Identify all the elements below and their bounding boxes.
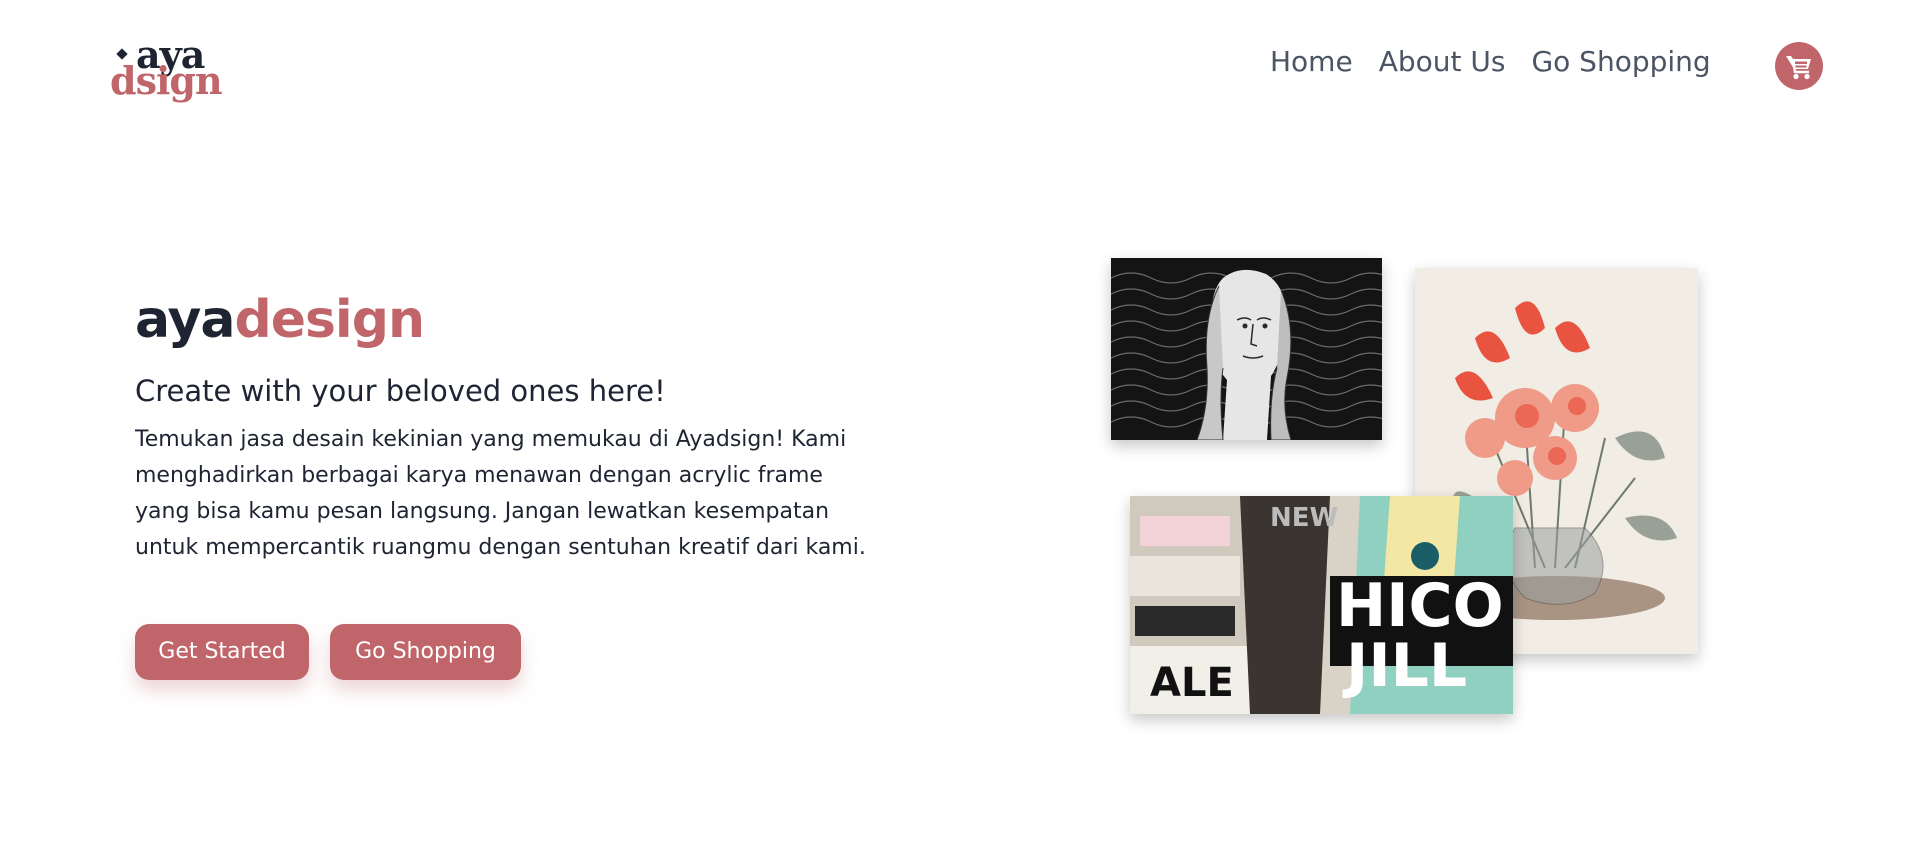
nav-link-home[interactable]: Home bbox=[1270, 42, 1353, 82]
go-shopping-button[interactable]: Go Shopping bbox=[330, 624, 521, 680]
hero-description: Temukan jasa desain kekinian yang memuka… bbox=[135, 427, 866, 560]
hero-title: ayadesign bbox=[135, 288, 425, 352]
engraving-portrait-artwork bbox=[1111, 258, 1382, 440]
main-nav: Home About Us Go Shopping bbox=[1270, 42, 1711, 82]
nav-link-about-us[interactable]: About Us bbox=[1379, 42, 1506, 82]
logo-line-bottom: dsign bbox=[110, 58, 223, 103]
svg-text:JILL: JILL bbox=[1342, 631, 1467, 701]
cart-icon bbox=[1786, 56, 1811, 80]
cart-button[interactable] bbox=[1775, 42, 1823, 90]
svg-text:NEW: NEW bbox=[1270, 503, 1338, 533]
logo[interactable]: aya dsign bbox=[108, 36, 223, 106]
hero-title-dark: aya bbox=[135, 290, 235, 350]
hero-subtitle: Create with your beloved ones here! bbox=[135, 374, 666, 408]
poster-collage-artwork: HICO JILL ALE NEW bbox=[1130, 496, 1513, 714]
hero-title-accent: design bbox=[234, 290, 425, 350]
get-started-button[interactable]: Get Started bbox=[135, 624, 309, 680]
nav-link-go-shopping[interactable]: Go Shopping bbox=[1531, 42, 1710, 82]
site-header: aya dsign Home About Us Go Shopping bbox=[0, 0, 1920, 130]
svg-text:ALE: ALE bbox=[1150, 660, 1234, 706]
